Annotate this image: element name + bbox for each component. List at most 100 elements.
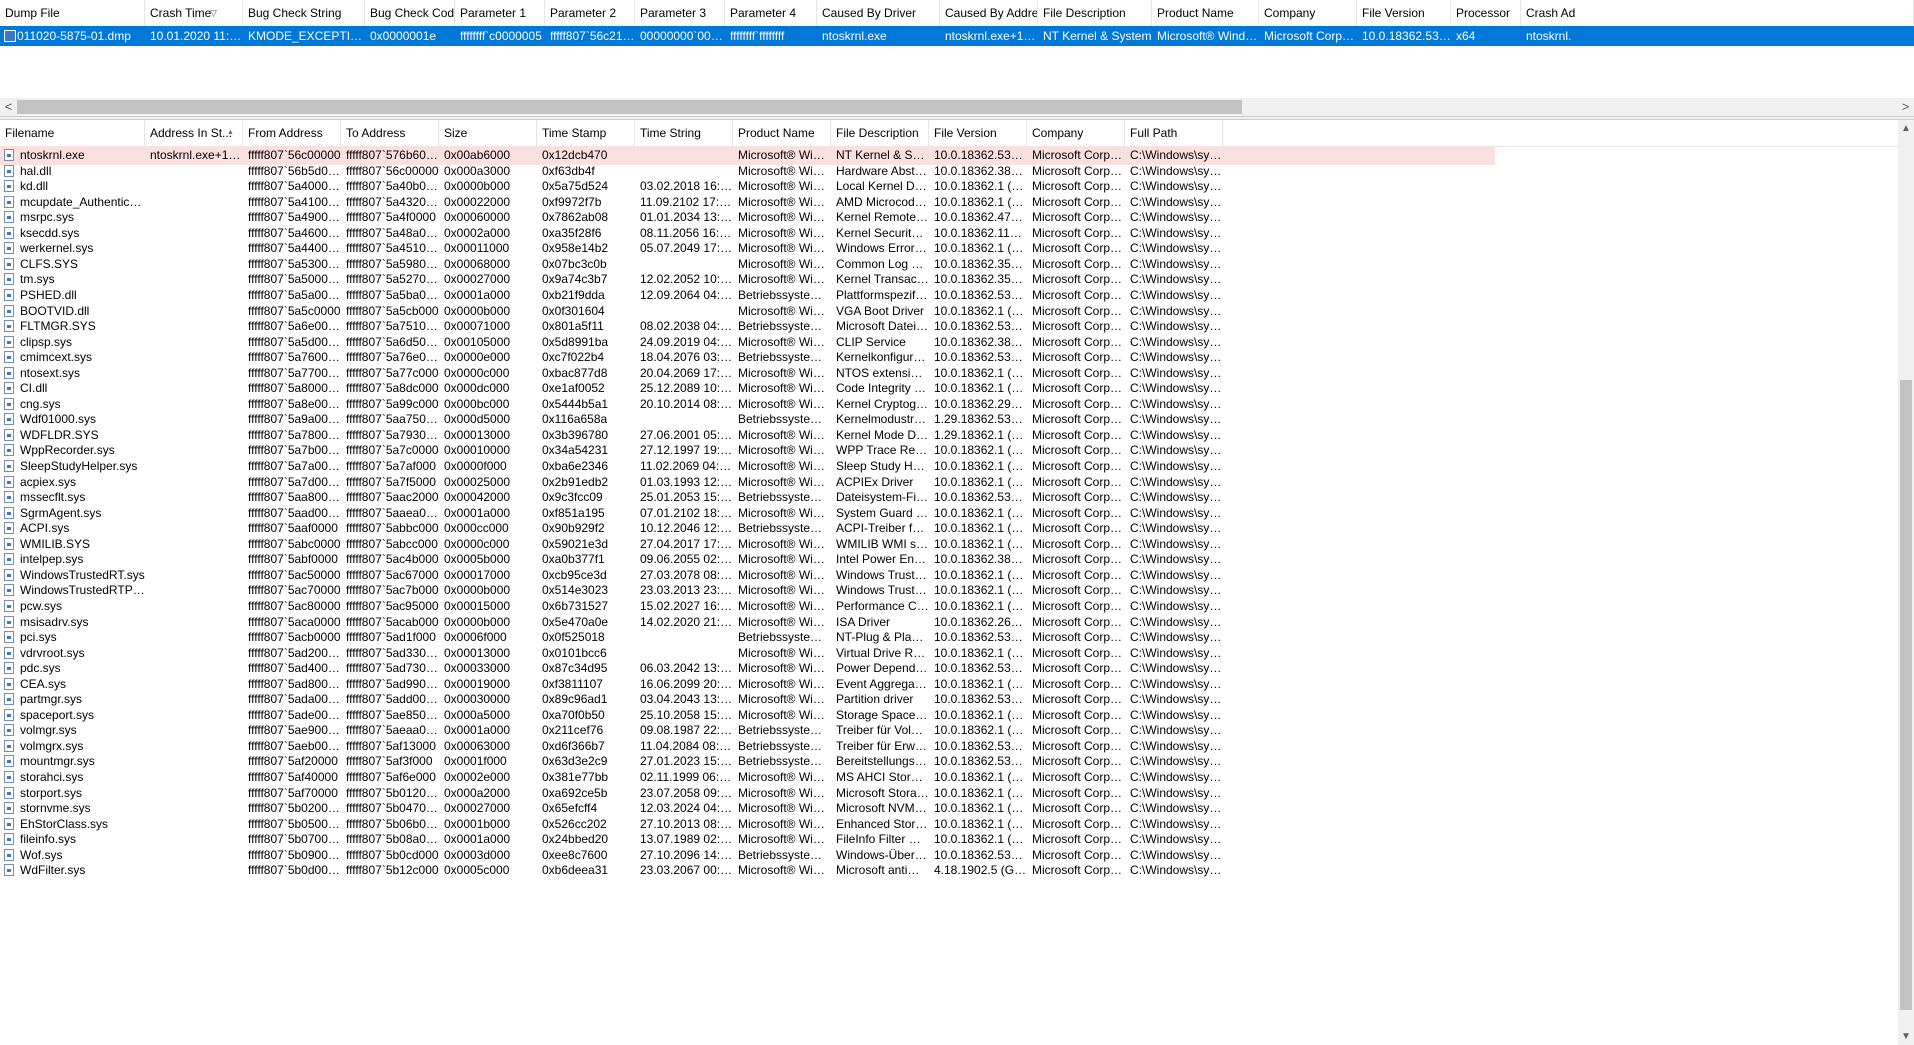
scrollbar-thumb[interactable]: [1900, 380, 1912, 1010]
driver-file-icon: [4, 165, 14, 177]
driver-file-icon: [4, 693, 14, 705]
driver-cell-product-name: Microsoft® Wind...: [738, 863, 831, 877]
column-header-crash-address[interactable]: Crash Ad: [1521, 0, 1914, 26]
column-header-parameter-3[interactable]: Parameter 3: [635, 0, 725, 26]
driver-row[interactable]: WdFilter.sys fffff807`5b0d0000 fffff807`5b…: [0, 861, 1898, 880]
column-header-file-version[interactable]: File Version: [929, 120, 1027, 146]
dump-cell-parameter-3: 00000000`000000...: [640, 29, 725, 43]
column-header-parameter-2[interactable]: Parameter 2: [545, 0, 635, 26]
dump-cell-bug-check-code: 0x0000001e: [370, 29, 437, 43]
driver-cell-to-address: fffff807`5b12c000: [346, 863, 439, 877]
driver-cell-from-address: fffff807`5b0d0000: [248, 863, 341, 877]
column-header-parameter-1[interactable]: Parameter 1: [455, 0, 545, 26]
driver-file-icon: [4, 678, 14, 690]
driver-file-icon: [4, 444, 14, 456]
dump-row-selected[interactable]: 011020-5875-01.dmp 10.01.2020 11:40:20 KMO…: [0, 26, 1914, 46]
column-header-file-version[interactable]: File Version: [1357, 0, 1451, 26]
column-header-size[interactable]: Size: [439, 120, 537, 146]
column-header-bug-check-code[interactable]: Bug Check Code: [365, 0, 455, 26]
driver-file-icon: [4, 709, 14, 721]
column-header-time-stamp[interactable]: Time Stamp: [537, 120, 635, 146]
column-header-processor[interactable]: Processor: [1451, 0, 1521, 26]
driver-file-icon: [4, 258, 14, 270]
driver-file-icon: [4, 864, 14, 876]
driver-file-icon: [4, 398, 14, 410]
sort-descending-icon: ▽: [210, 8, 217, 18]
scroll-right-icon[interactable]: >: [1897, 98, 1914, 116]
scrollbar-thumb[interactable]: [17, 100, 1242, 114]
dump-cell-parameter-4: ffffffff`ffffffff: [730, 29, 785, 43]
column-header-bug-check-string[interactable]: Bug Check String: [243, 0, 365, 26]
driver-file-icon: [4, 491, 14, 503]
driver-file-icon: [4, 569, 14, 581]
driver-file-icon: [4, 818, 14, 830]
column-header-parameter-4[interactable]: Parameter 4: [725, 0, 817, 26]
dump-cell-parameter-1: ffffffff`c0000005: [460, 29, 542, 43]
dump-cell-crash-address: ntoskrnl.: [1526, 29, 1572, 43]
driver-file-icon: [4, 227, 14, 239]
driver-file-icon: [4, 351, 14, 363]
driver-cell-time-string: 23.03.2067 00:30:57: [640, 863, 733, 877]
driver-file-icon: [4, 460, 14, 472]
dump-file-icon: [4, 30, 16, 42]
driver-file-icon: [4, 771, 14, 783]
dump-cell-caused-by-driver: ntoskrnl.exe: [822, 29, 887, 43]
dump-cell-file-version: 10.0.18362.535 (Wi...: [1362, 29, 1451, 43]
driver-file-icon: [4, 413, 14, 425]
driver-file-icon: [4, 662, 14, 674]
column-header-full-path[interactable]: Full Path: [1125, 120, 1223, 146]
driver-file-icon: [4, 382, 14, 394]
dump-cell-caused-by-address: ntoskrnl.exe+1c14e0: [945, 29, 1038, 43]
column-header-caused-by-driver[interactable]: Caused By Driver: [817, 0, 940, 26]
driver-file-icon: [4, 600, 14, 612]
dump-cell-crash-time: 10.01.2020 11:40:20: [150, 29, 243, 43]
column-header-product-name[interactable]: Product Name: [733, 120, 831, 146]
column-header-file-description[interactable]: File Description: [1038, 0, 1152, 26]
driver-file-icon: [4, 802, 14, 814]
driver-file-icon: [4, 787, 14, 799]
driver-cell-file-description: Microsoft antimal...: [836, 863, 929, 877]
driver-file-icon: [4, 273, 14, 285]
driver-file-icon: [4, 429, 14, 441]
driver-file-icon: [4, 476, 14, 488]
driver-file-icon: [4, 507, 14, 519]
column-header-company[interactable]: Company: [1027, 120, 1125, 146]
driver-cell-time-stamp: 0xb6deea31: [542, 863, 609, 877]
driver-file-icon: [4, 305, 14, 317]
driver-cell-filename: WdFilter.sys: [20, 863, 86, 877]
dump-list-horizontal-scrollbar[interactable]: < >: [0, 98, 1914, 116]
driver-cell-full-path: C:\Windows\syste...: [1130, 863, 1223, 877]
dump-cell-product-name: Microsoft® Window...: [1157, 29, 1259, 43]
dump-list-empty-area: [0, 46, 1914, 98]
driver-file-icon: [4, 647, 14, 659]
dump-cell-company: Microsoft Corpora...: [1264, 29, 1357, 43]
driver-cell-file-version: 4.18.1902.5 (GitEnli...: [934, 863, 1027, 877]
dump-cell-file-description: NT Kernel & System: [1043, 29, 1152, 43]
column-header-time-string[interactable]: Time String: [635, 120, 733, 146]
dump-cell-processor: x64: [1456, 29, 1476, 43]
column-header-crash-time[interactable]: Crash Time: [145, 0, 243, 26]
scroll-up-icon[interactable]: ▲: [1898, 120, 1914, 137]
driver-file-icon: [4, 336, 14, 348]
dump-cell-bug-check-string: KMODE_EXCEPTION_N...: [248, 29, 365, 43]
driver-file-icon: [4, 242, 14, 254]
driver-file-icon: [4, 289, 14, 301]
driver-file-icon: [4, 553, 14, 565]
driver-cell-address-in-stack: [145, 861, 243, 880]
driver-file-icon: [4, 740, 14, 752]
column-header-filename[interactable]: Filename: [0, 120, 145, 146]
column-header-from-address[interactable]: From Address: [243, 120, 341, 146]
driver-cell-company: Microsoft Corpora...: [1032, 863, 1125, 877]
column-header-to-address[interactable]: To Address: [341, 120, 439, 146]
scroll-down-icon[interactable]: ▼: [1898, 1028, 1914, 1045]
column-header-product-name[interactable]: Product Name: [1152, 0, 1259, 26]
column-header-caused-by-address[interactable]: Caused By Address: [940, 0, 1038, 26]
driver-file-icon: [4, 149, 14, 161]
column-header-dump-file[interactable]: Dump File: [0, 0, 145, 26]
scroll-left-icon[interactable]: <: [0, 98, 17, 116]
driver-file-icon: [4, 849, 14, 861]
column-header-file-description[interactable]: File Description: [831, 120, 929, 146]
driver-list-vertical-scrollbar[interactable]: ▲ ▼: [1898, 120, 1914, 1045]
driver-file-icon: [4, 367, 14, 379]
column-header-company[interactable]: Company: [1259, 0, 1357, 26]
